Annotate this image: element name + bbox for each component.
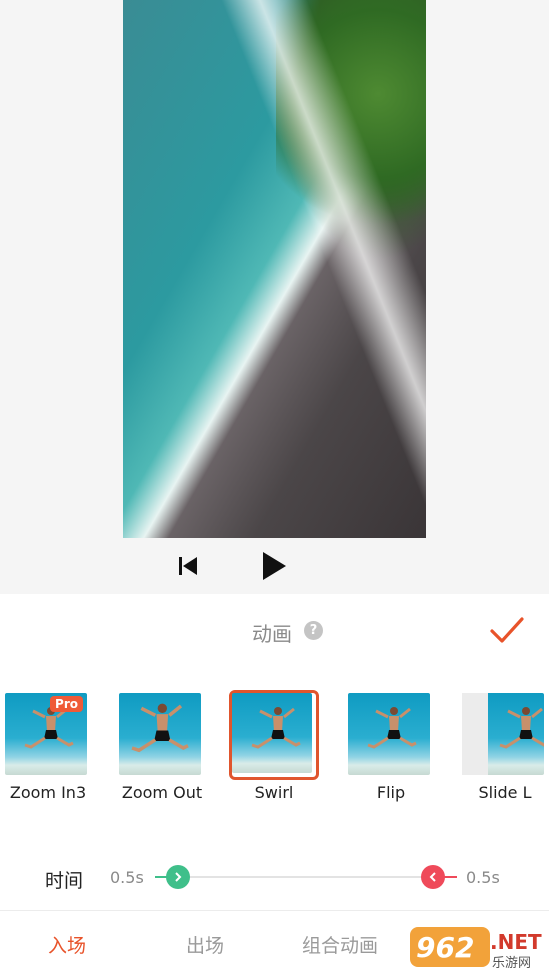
effect-label: Flip — [376, 783, 406, 802]
chevron-left-icon — [429, 872, 436, 882]
tab-enter[interactable]: 入场 — [48, 931, 86, 958]
duration-row: 时间 0.5s 0.5s — [0, 858, 549, 898]
tab-combo[interactable]: 组合动画 — [302, 931, 378, 958]
jumping-man-image — [131, 703, 189, 753]
effect-thumbnail — [232, 693, 312, 773]
effect-label: Zoom In3 — [9, 783, 87, 802]
duration-track[interactable] — [155, 876, 455, 878]
effect-label: Swirl — [254, 783, 294, 802]
effects-list: Pro Zoom In3 Zoom Out Swirl Flip Slide L — [0, 690, 549, 810]
play-button[interactable] — [254, 546, 294, 586]
skip-back-button[interactable] — [168, 546, 208, 586]
out-duration-handle[interactable] — [421, 865, 445, 889]
in-duration-handle[interactable] — [166, 865, 190, 889]
tab-exit[interactable]: 出场 — [186, 931, 224, 958]
jumping-man-image — [367, 707, 417, 749]
svg-text:乐游网: 乐游网 — [492, 956, 531, 971]
skip-back-icon — [179, 557, 197, 575]
effect-thumbnail — [119, 693, 201, 775]
playback-controls — [0, 546, 549, 588]
effect-label: Slide L — [478, 783, 532, 802]
confirm-button[interactable] — [488, 614, 526, 648]
preview-area — [0, 0, 549, 594]
check-icon — [490, 617, 524, 643]
watermark-logo: 962 .NET 乐游网 — [410, 927, 542, 971]
out-duration-value: 0.5s — [466, 868, 500, 887]
in-duration-value: 0.5s — [110, 868, 144, 887]
jumping-man-image — [24, 707, 74, 749]
help-icon[interactable]: ? — [304, 621, 323, 640]
panel-title: 动画 — [252, 622, 292, 646]
effect-label: Zoom Out — [121, 783, 203, 802]
svg-text:962: 962 — [416, 931, 474, 964]
duration-label: 时间 — [45, 870, 84, 892]
slide-panel — [462, 693, 488, 775]
animation-tabs: 入场 出场 组合动画 962 .NET 乐游网 — [0, 911, 549, 976]
jumping-man-image — [499, 707, 544, 749]
effect-thumbnail — [348, 693, 430, 775]
play-icon — [263, 552, 286, 580]
video-preview[interactable] — [123, 0, 426, 538]
chevron-right-icon — [175, 872, 182, 882]
svg-text:.NET: .NET — [490, 930, 542, 954]
effect-thumbnail: Pro — [5, 693, 87, 775]
pro-badge: Pro — [50, 696, 83, 712]
panel-header: 动画 ? — [0, 612, 549, 652]
jumping-man-image — [251, 707, 301, 749]
